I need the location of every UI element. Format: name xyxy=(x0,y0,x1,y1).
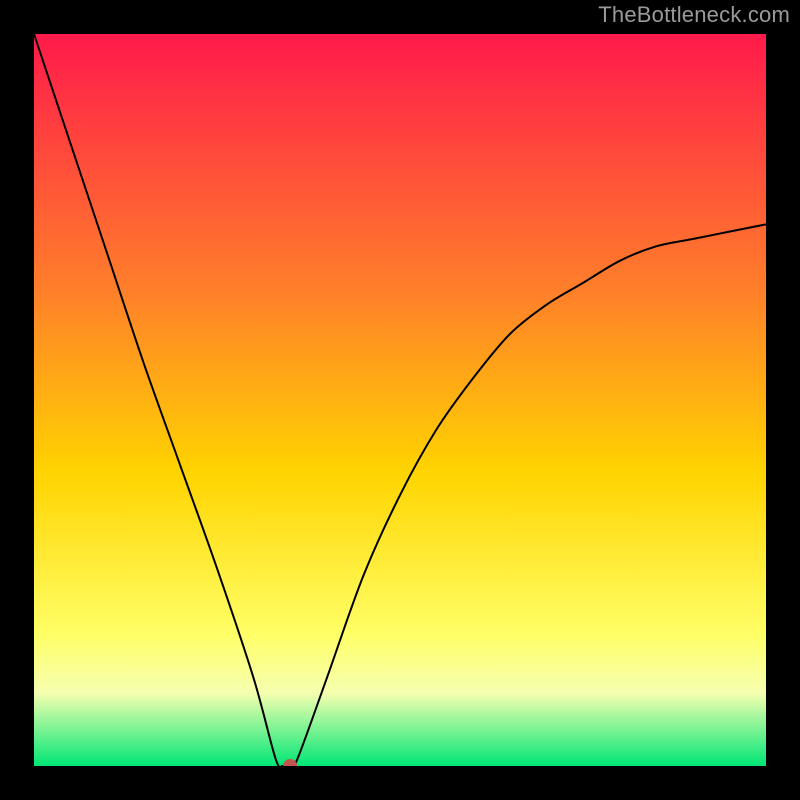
chart-svg xyxy=(0,0,800,800)
chart-container: TheBottleneck.com xyxy=(0,0,800,800)
watermark-label: TheBottleneck.com xyxy=(598,2,790,28)
plot-background xyxy=(34,34,766,766)
